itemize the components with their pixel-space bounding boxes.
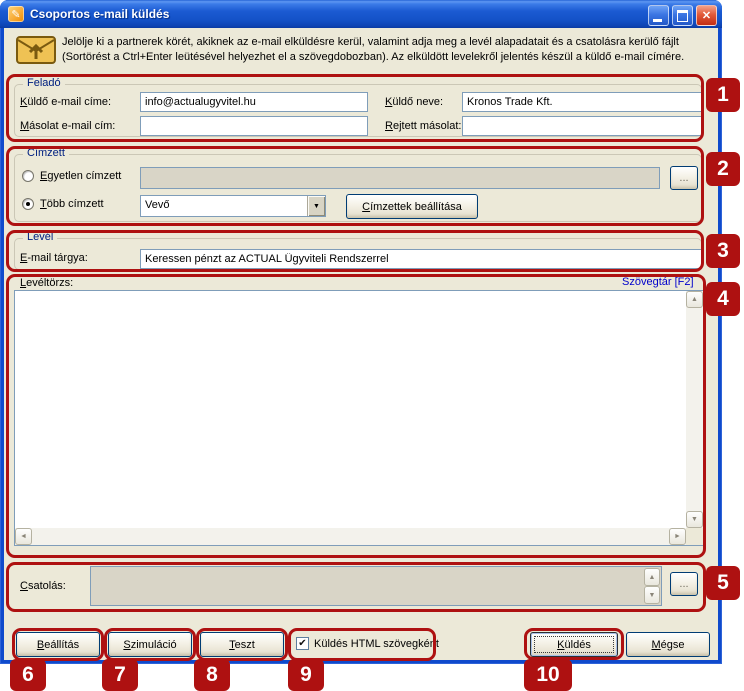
recipients-setup-label: Címzettek beállítása — [362, 200, 462, 213]
arrow-left-icon: ◄ — [20, 533, 27, 540]
vertical-scrollbar[interactable]: ▲ ▼ — [686, 291, 703, 528]
send-as-html-checkbox[interactable]: ✔ — [296, 637, 309, 650]
settings-label: Beállítás — [36, 638, 80, 651]
scroll-up-button[interactable]: ▲ — [686, 291, 703, 308]
arrow-right-icon: ► — [674, 533, 681, 540]
send-as-html-label: Küldés HTML szövegként — [314, 638, 439, 650]
spin-up-button[interactable]: ▲ — [644, 568, 660, 586]
arrow-up-icon: ▲ — [691, 296, 698, 303]
test-label: Teszt — [229, 638, 255, 651]
maximize-button[interactable] — [672, 5, 693, 26]
subject-input[interactable] — [140, 249, 702, 269]
description-line2: (Sortörést a Ctrl+Enter leütésével helye… — [62, 51, 685, 63]
scroll-right-button[interactable]: ► — [669, 528, 686, 545]
attachment-label: Csatolás: — [20, 580, 66, 592]
callout-number-2: 2 — [706, 152, 740, 186]
ellipsis-icon: ... — [679, 172, 689, 184]
callout-number-5: 5 — [706, 566, 740, 600]
send-button[interactable]: Küldés — [530, 632, 618, 657]
single-recipient-radio[interactable] — [22, 170, 34, 182]
scroll-down-button[interactable]: ▼ — [686, 511, 703, 528]
cc-email-label: Másolat e-mail cím: — [20, 120, 116, 132]
send-mail-envelope-icon — [16, 34, 56, 69]
callout-number-8: 8 — [194, 659, 230, 691]
sender-email-input[interactable] — [140, 92, 368, 112]
szovegtar-link[interactable]: Szövegtár [F2] — [622, 276, 694, 288]
callout-number-4: 4 — [706, 282, 740, 316]
cc-email-input[interactable] — [140, 116, 368, 136]
sender-name-label: Küldő neve: — [385, 96, 444, 108]
arrow-up-icon: ▲ — [648, 573, 656, 581]
group-cimzett-title: Címzett — [23, 147, 69, 159]
screenshot-stage: ✎ Csoportos e-mail küldés ✕ Jelölje ki a… — [0, 0, 744, 691]
combo-arrow-glyph: ▼ — [313, 202, 320, 210]
sender-email-label: Küldő e-mail címe: — [20, 96, 112, 108]
attachment-spinner: ▲ ▼ — [644, 568, 660, 604]
pencil-glyph: ✎ — [11, 8, 21, 21]
close-button[interactable]: ✕ — [696, 5, 717, 26]
scrollbar-corner — [686, 528, 703, 545]
simulation-label: Szimuláció — [123, 638, 177, 651]
cancel-label: Mégse — [651, 638, 685, 651]
radio-dot — [26, 202, 30, 206]
callout-number-3: 3 — [706, 234, 740, 268]
horizontal-scrollbar[interactable]: ◄ ► — [15, 528, 686, 545]
cancel-button[interactable]: Mégse — [626, 632, 710, 657]
scroll-left-button[interactable]: ◄ — [15, 528, 32, 545]
group-felado-title: Feladó — [23, 77, 65, 89]
message-body-textarea[interactable]: ▲ ▼ ◄ ► — [14, 290, 704, 546]
single-recipient-label: Egyetlen címzett — [40, 170, 122, 182]
window-title: Csoportos e-mail küldés — [30, 7, 170, 21]
subject-label: E-mail tárgya: — [20, 252, 88, 264]
callout-number-9: 9 — [288, 659, 324, 691]
bcc-label: Rejtett másolat: — [385, 120, 462, 132]
bcc-input[interactable] — [462, 116, 702, 136]
test-button[interactable]: Teszt — [200, 632, 284, 657]
arrow-down-icon: ▼ — [691, 516, 698, 523]
send-label: Küldés — [557, 638, 591, 651]
callout-number-10: 10 — [524, 659, 572, 691]
callout-number-7: 7 — [102, 659, 138, 691]
dialog-description: Jelölje ki a partnerek körét, akiknek az… — [62, 35, 710, 65]
callout-number-6: 6 — [10, 659, 46, 691]
title-bar: ✎ Csoportos e-mail küldés ✕ — [0, 0, 722, 28]
recipients-setup-button[interactable]: Címzettek beállítása — [346, 194, 478, 219]
group-level-title: Levél — [23, 231, 58, 243]
sender-name-input[interactable] — [462, 92, 702, 112]
attachment-field[interactable]: ▲ ▼ — [90, 566, 662, 606]
minimize-button[interactable] — [648, 5, 669, 26]
multiple-recipients-radio[interactable] — [22, 198, 34, 210]
attachment-browse-button[interactable]: ... — [670, 572, 698, 596]
recipient-type-value: Vevő — [145, 199, 170, 211]
ellipsis-icon: ... — [679, 578, 689, 590]
single-recipient-input[interactable] — [140, 167, 660, 189]
arrow-down-icon: ▼ — [648, 591, 656, 599]
spin-down-button[interactable]: ▼ — [644, 586, 660, 604]
app-pencil-icon: ✎ — [8, 6, 24, 22]
multiple-recipients-label: Több címzett — [40, 198, 104, 210]
recipient-type-dropdown[interactable]: Vevő ▼ — [140, 195, 326, 217]
message-body-label: Levéltörzs: — [20, 277, 74, 289]
settings-button[interactable]: Beállítás — [16, 632, 100, 657]
close-icon: ✕ — [701, 10, 712, 22]
checkmark-icon: ✔ — [298, 638, 307, 649]
simulation-button[interactable]: Szimuláció — [108, 632, 192, 657]
callout-number-1: 1 — [706, 78, 740, 112]
description-line1: Jelölje ki a partnerek körét, akiknek az… — [62, 36, 679, 48]
chevron-down-icon[interactable]: ▼ — [307, 196, 325, 216]
single-recipient-browse-button[interactable]: ... — [670, 166, 698, 190]
